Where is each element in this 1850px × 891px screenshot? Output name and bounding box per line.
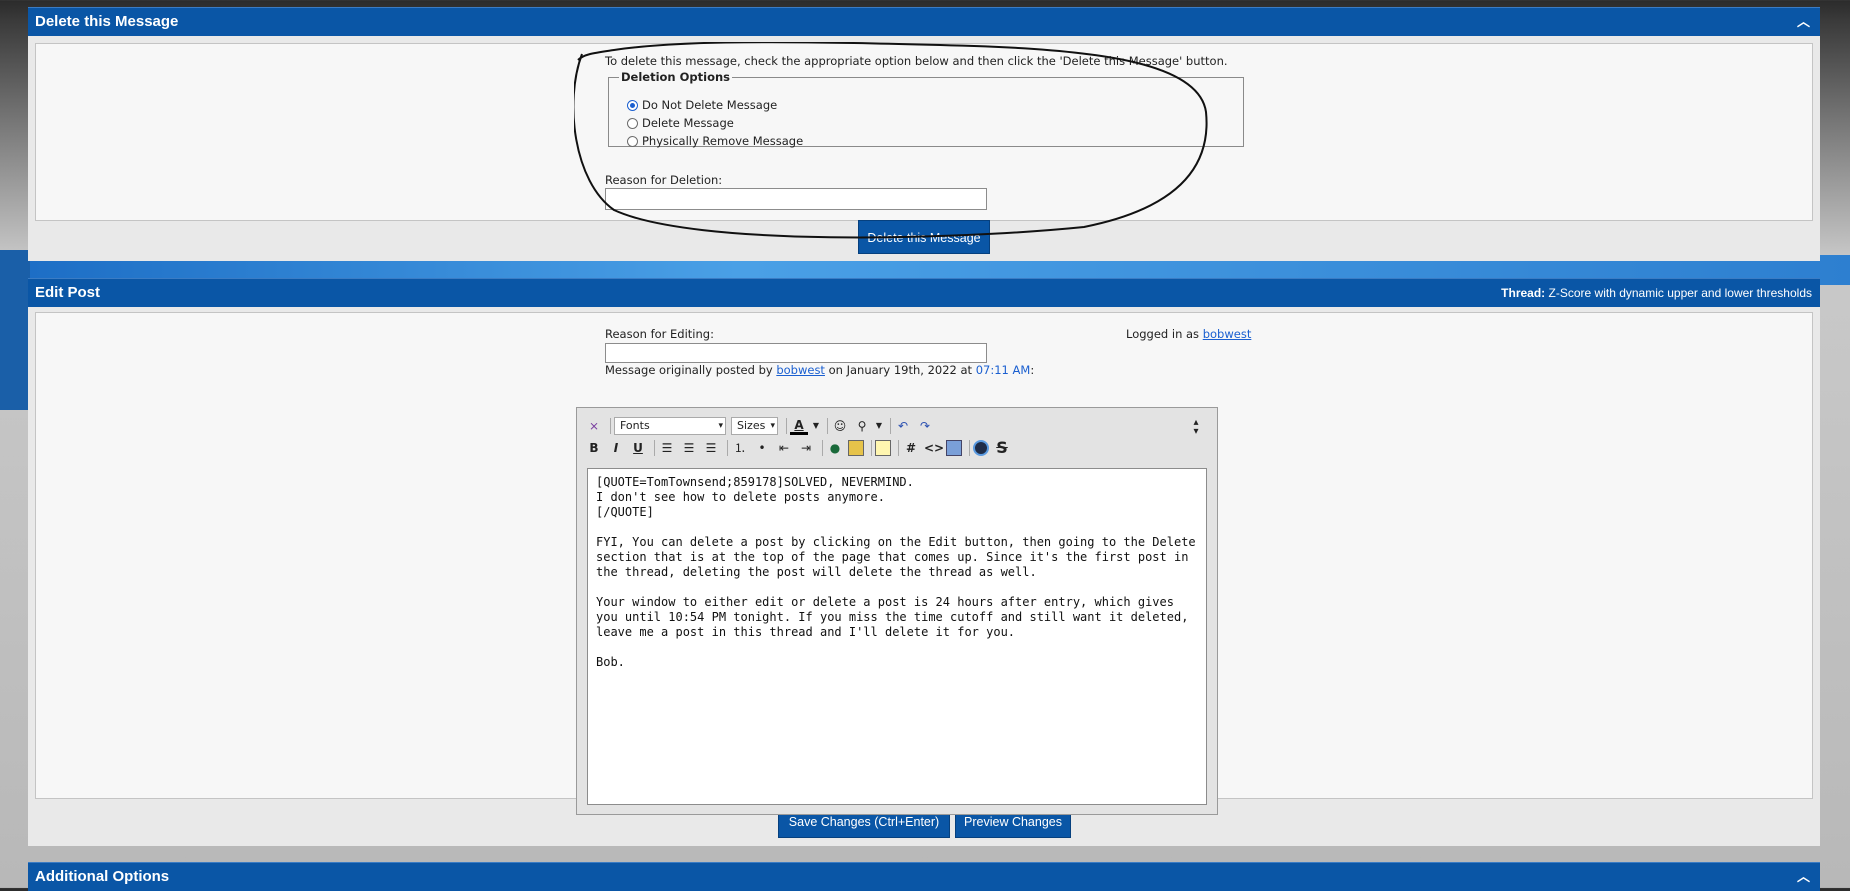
editing-reason-input[interactable] bbox=[605, 343, 987, 363]
option-label: Do Not Delete Message bbox=[642, 98, 778, 112]
deletion-reason-label: Reason for Deletion: bbox=[605, 173, 723, 187]
toolbar-separator bbox=[727, 440, 728, 456]
editing-reason-label: Reason for Editing: bbox=[605, 327, 714, 341]
attach-icon[interactable]: ⚲ bbox=[853, 417, 871, 435]
thread-info: Thread: Z-Score with dynamic upper and l… bbox=[1501, 279, 1812, 307]
bold-icon[interactable]: B bbox=[585, 439, 603, 457]
option-label: Physically Remove Message bbox=[642, 134, 804, 148]
quote-icon[interactable] bbox=[875, 440, 891, 456]
hash-icon[interactable]: # bbox=[902, 439, 920, 457]
delete-message-section: Delete this Message ︿ To delete this mes… bbox=[28, 7, 1820, 261]
toolbar-separator bbox=[898, 440, 899, 456]
underline-icon[interactable]: U bbox=[629, 439, 647, 457]
orig-prefix: Message originally posted by bbox=[605, 363, 773, 377]
orig-date: on January 19th, 2022 at bbox=[828, 363, 973, 377]
remove-format-icon[interactable]: ⨯ bbox=[585, 417, 603, 435]
align-left-icon[interactable]: ☰ bbox=[658, 439, 676, 457]
redo-icon[interactable]: ↷ bbox=[916, 417, 934, 435]
orig-suffix: : bbox=[1030, 363, 1035, 377]
original-post-info: Message originally posted by bobwest on … bbox=[605, 363, 1034, 377]
video-icon[interactable] bbox=[973, 440, 989, 456]
option-physically-remove[interactable]: Physically Remove Message bbox=[627, 134, 803, 148]
chevron-down-icon[interactable]: ▼ bbox=[875, 417, 883, 435]
message-textarea[interactable]: [QUOTE=TomTownsend;859178]SOLVED, NEVERM… bbox=[587, 468, 1207, 805]
resize-icon[interactable]: ▴ ▾ bbox=[1187, 418, 1205, 437]
align-right-icon[interactable]: ☰ bbox=[702, 439, 720, 457]
orig-user-link[interactable]: bobwest bbox=[776, 363, 825, 377]
logged-in-info: Logged in as bobwest bbox=[1126, 327, 1251, 341]
additional-section-header[interactable]: Additional Options ︿ bbox=[28, 862, 1820, 891]
align-center-icon[interactable]: ☰ bbox=[680, 439, 698, 457]
toolbar-separator bbox=[654, 440, 655, 456]
toolbar-separator bbox=[969, 440, 970, 456]
editor-toolbar-bottom: B I U ☰ ☰ ☰ ⒈ • ⇤ ⇥ ● # <> S bbox=[585, 438, 1015, 458]
delete-instructions: To delete this message, check the approp… bbox=[605, 54, 1228, 68]
chevron-down-icon[interactable]: ▼ bbox=[812, 417, 820, 435]
additional-section-title: Additional Options bbox=[35, 868, 170, 885]
unordered-list-icon[interactable]: • bbox=[753, 439, 771, 457]
image-icon[interactable] bbox=[848, 440, 864, 456]
toolbar-separator bbox=[827, 418, 828, 434]
thread-title: Z-Score with dynamic upper and lower thr… bbox=[1548, 286, 1812, 300]
toolbar-separator bbox=[610, 418, 611, 434]
smiley-icon[interactable]: ☺ bbox=[831, 417, 849, 435]
message-editor: ⨯ Fonts Sizes A ▼ ☺ ⚲ ▼ ↶ ↷ ▴▾ B I U ☰ ☰… bbox=[576, 407, 1218, 815]
delete-panel: To delete this message, check the approp… bbox=[35, 43, 1813, 221]
outdent-icon[interactable]: ⇤ bbox=[775, 439, 793, 457]
toolbar-separator bbox=[822, 440, 823, 456]
ordered-list-icon[interactable]: ⒈ bbox=[731, 439, 749, 457]
text-color-icon[interactable]: A bbox=[790, 418, 808, 435]
option-label: Delete Message bbox=[642, 116, 734, 130]
radio-delete-message[interactable] bbox=[627, 117, 638, 129]
radio-physically-remove[interactable] bbox=[627, 135, 638, 147]
logged-in-prefix: Logged in as bbox=[1126, 327, 1200, 341]
logged-in-user-link[interactable]: bobwest bbox=[1203, 327, 1252, 341]
edit-section-title: Edit Post bbox=[35, 284, 101, 301]
deletion-options-legend: Deletion Options bbox=[621, 70, 730, 84]
additional-options-section: Additional Options ︿ bbox=[28, 862, 1820, 891]
delete-message-button[interactable]: Delete this Message bbox=[858, 220, 990, 254]
background-stripe bbox=[0, 250, 30, 410]
editor-toolbar-top: ⨯ Fonts Sizes A ▼ ☺ ⚲ ▼ ↶ ↷ bbox=[585, 416, 938, 436]
orig-time-link[interactable]: 07:11 AM bbox=[976, 363, 1031, 377]
edit-section-header: Edit Post Thread: Z-Score with dynamic u… bbox=[28, 278, 1820, 307]
deletion-options: Deletion Options Do Not Delete Message D… bbox=[608, 70, 1244, 148]
radio-do-not-delete[interactable] bbox=[627, 99, 638, 111]
size-select[interactable]: Sizes bbox=[731, 417, 778, 435]
undo-icon[interactable]: ↶ bbox=[894, 417, 912, 435]
toolbar-separator bbox=[871, 440, 872, 456]
code-icon[interactable]: <> bbox=[924, 439, 944, 457]
thread-label: Thread: bbox=[1501, 286, 1546, 300]
option-do-not-delete[interactable]: Do Not Delete Message bbox=[627, 98, 777, 112]
link-icon[interactable]: ● bbox=[826, 439, 844, 457]
collapse-icon[interactable]: ︿ bbox=[1797, 8, 1810, 36]
toolbar-separator bbox=[786, 418, 787, 434]
strike-icon[interactable]: S bbox=[993, 439, 1011, 457]
delete-section-title: Delete this Message bbox=[35, 13, 179, 30]
delete-section-header[interactable]: Delete this Message ︿ bbox=[28, 7, 1820, 36]
collapse-icon[interactable]: ︿ bbox=[1797, 863, 1810, 891]
indent-icon[interactable]: ⇥ bbox=[797, 439, 815, 457]
italic-icon[interactable]: I bbox=[607, 439, 625, 457]
toolbar-separator bbox=[890, 418, 891, 434]
font-select[interactable]: Fonts bbox=[614, 417, 726, 435]
option-delete-message[interactable]: Delete Message bbox=[627, 116, 734, 130]
deletion-reason-input[interactable] bbox=[605, 188, 987, 210]
php-icon[interactable] bbox=[946, 440, 962, 456]
